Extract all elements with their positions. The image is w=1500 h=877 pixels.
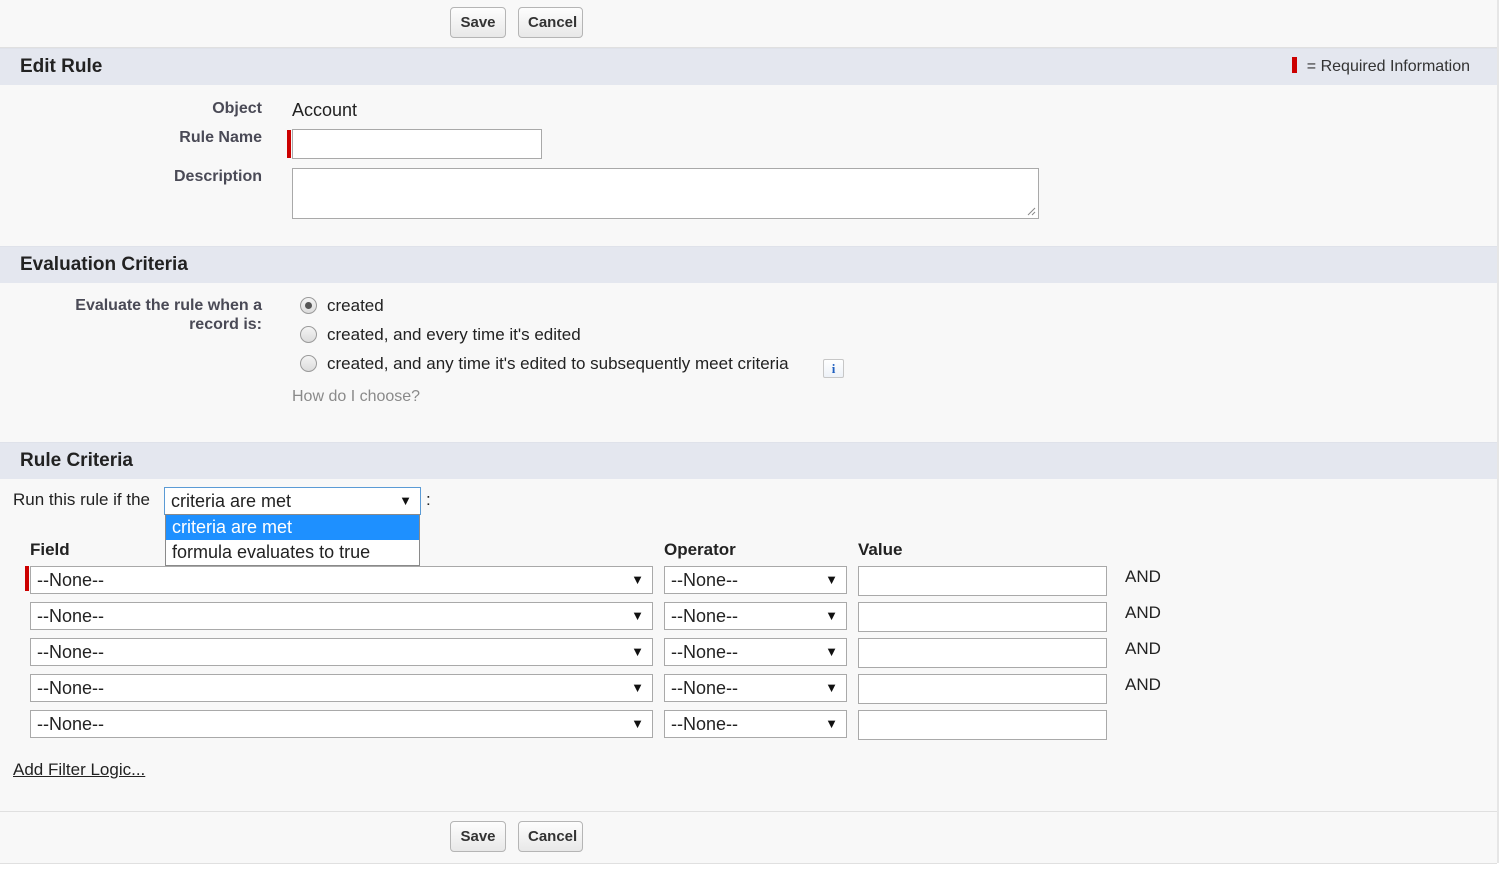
chevron-down-icon: ▼ (631, 716, 644, 731)
info-icon[interactable]: i (823, 359, 844, 378)
required-indicator (1291, 57, 1297, 73)
description-textarea[interactable] (292, 168, 1039, 219)
field-select[interactable]: --None-- ▼ (30, 674, 653, 702)
operator-select-value: --None-- (671, 714, 739, 734)
object-value: Account (292, 100, 358, 120)
resize-grip-icon[interactable] (1026, 206, 1036, 216)
evaluation-criteria-section-header: Evaluation Criteria (0, 246, 1497, 283)
field-select[interactable]: --None-- ▼ (30, 602, 653, 630)
evaluate-prompt-label: Evaluate the rule when a record is: (75, 296, 262, 334)
evaluate-prompt-line1: Evaluate the rule when a (75, 297, 262, 314)
and-conjunction: AND (1125, 603, 1161, 622)
radio-button-created[interactable] (300, 297, 317, 314)
radio-label-created-every-edit: created, and every time it's edited (327, 325, 581, 344)
value-input[interactable] (858, 566, 1107, 596)
evaluate-prompt-line2: record is: (189, 316, 262, 333)
field-required-mark (25, 566, 29, 591)
cancel-button-top[interactable]: Cancel (518, 7, 583, 38)
field-select-value: --None-- (37, 606, 105, 626)
value-input[interactable] (858, 638, 1107, 668)
radio-button-created-every-edit[interactable] (300, 326, 317, 343)
operator-select[interactable]: --None-- ▼ (664, 710, 847, 738)
save-button-top[interactable]: Save (450, 7, 506, 38)
run-rule-suffix: : (426, 490, 431, 509)
value-input[interactable] (858, 602, 1107, 632)
and-conjunction: AND (1125, 567, 1161, 586)
required-legend: = Required Information (1291, 57, 1470, 76)
operator-select-value: --None-- (671, 678, 739, 698)
chevron-down-icon: ▼ (631, 608, 644, 623)
field-column-header: Field (30, 540, 70, 559)
operator-column-header: Operator (664, 540, 736, 559)
chevron-down-icon: ▼ (631, 644, 644, 659)
field-select[interactable]: --None-- ▼ (30, 638, 653, 666)
field-select-value: --None-- (37, 642, 105, 662)
operator-select[interactable]: --None-- ▼ (664, 602, 847, 630)
bottom-button-bar: Save Cancel (0, 811, 1497, 864)
add-filter-logic-link[interactable]: Add Filter Logic... (13, 760, 145, 780)
rule-criteria-title: Rule Criteria (20, 450, 133, 471)
chevron-down-icon: ▼ (399, 493, 412, 508)
description-label: Description (173, 168, 262, 185)
and-conjunction: AND (1125, 639, 1161, 658)
field-select-value: --None-- (37, 714, 105, 734)
evaluation-criteria-title: Evaluation Criteria (20, 254, 188, 275)
how-do-i-choose-link[interactable]: How do I choose? (292, 388, 420, 406)
object-label: Object (212, 100, 262, 117)
save-button-bottom[interactable]: Save (450, 821, 506, 852)
operator-select-value: --None-- (671, 642, 739, 662)
cancel-button-bottom[interactable]: Cancel (518, 821, 583, 852)
radio-label-created: created (327, 296, 384, 315)
edit-rule-section-header: Edit Rule = Required Information (0, 48, 1497, 85)
chevron-down-icon: ▼ (825, 680, 838, 695)
radio-label-created-meet-criteria: created, and any time it's edited to sub… (327, 354, 789, 373)
page-background: Save Cancel Edit Rule = Required Informa… (0, 0, 1499, 864)
operator-select-value: --None-- (671, 570, 739, 590)
rule-name-required-mark (287, 130, 291, 158)
field-select[interactable]: --None-- ▼ (30, 710, 653, 738)
value-column-header: Value (858, 540, 903, 559)
edit-rule-title: Edit Rule (20, 56, 103, 77)
radio-button-created-meet-criteria[interactable] (300, 355, 317, 372)
chevron-down-icon: ▼ (631, 680, 644, 695)
value-input[interactable] (858, 710, 1107, 740)
operator-select[interactable]: --None-- ▼ (664, 674, 847, 702)
rule-criteria-section-header: Rule Criteria (0, 442, 1497, 479)
rule-name-label: Rule Name (179, 129, 262, 146)
chevron-down-icon: ▼ (631, 572, 644, 587)
operator-select[interactable]: --None-- ▼ (664, 638, 847, 666)
top-button-bar: Save Cancel (0, 0, 1497, 48)
field-select[interactable]: --None-- ▼ (30, 566, 653, 594)
dropdown-option-formula-true[interactable]: formula evaluates to true (166, 540, 419, 565)
rule-name-input[interactable] (292, 129, 542, 159)
chevron-down-icon: ▼ (825, 572, 838, 587)
run-rule-dropdown-list[interactable]: criteria are met formula evaluates to tr… (165, 514, 420, 566)
run-rule-prefix: Run this rule if the (13, 490, 151, 509)
dropdown-option-criteria-met[interactable]: criteria are met (166, 515, 419, 540)
operator-select-value: --None-- (671, 606, 739, 626)
and-conjunction: AND (1125, 675, 1161, 694)
chevron-down-icon: ▼ (825, 644, 838, 659)
run-rule-select-value: criteria are met (171, 491, 292, 511)
field-select-value: --None-- (37, 570, 105, 590)
chevron-down-icon: ▼ (825, 608, 838, 623)
chevron-down-icon: ▼ (825, 716, 838, 731)
required-legend-text: = Required Information (1306, 58, 1470, 75)
field-select-value: --None-- (37, 678, 105, 698)
value-input[interactable] (858, 674, 1107, 704)
run-rule-select[interactable]: criteria are met ▼ (164, 487, 421, 515)
operator-select[interactable]: --None-- ▼ (664, 566, 847, 594)
